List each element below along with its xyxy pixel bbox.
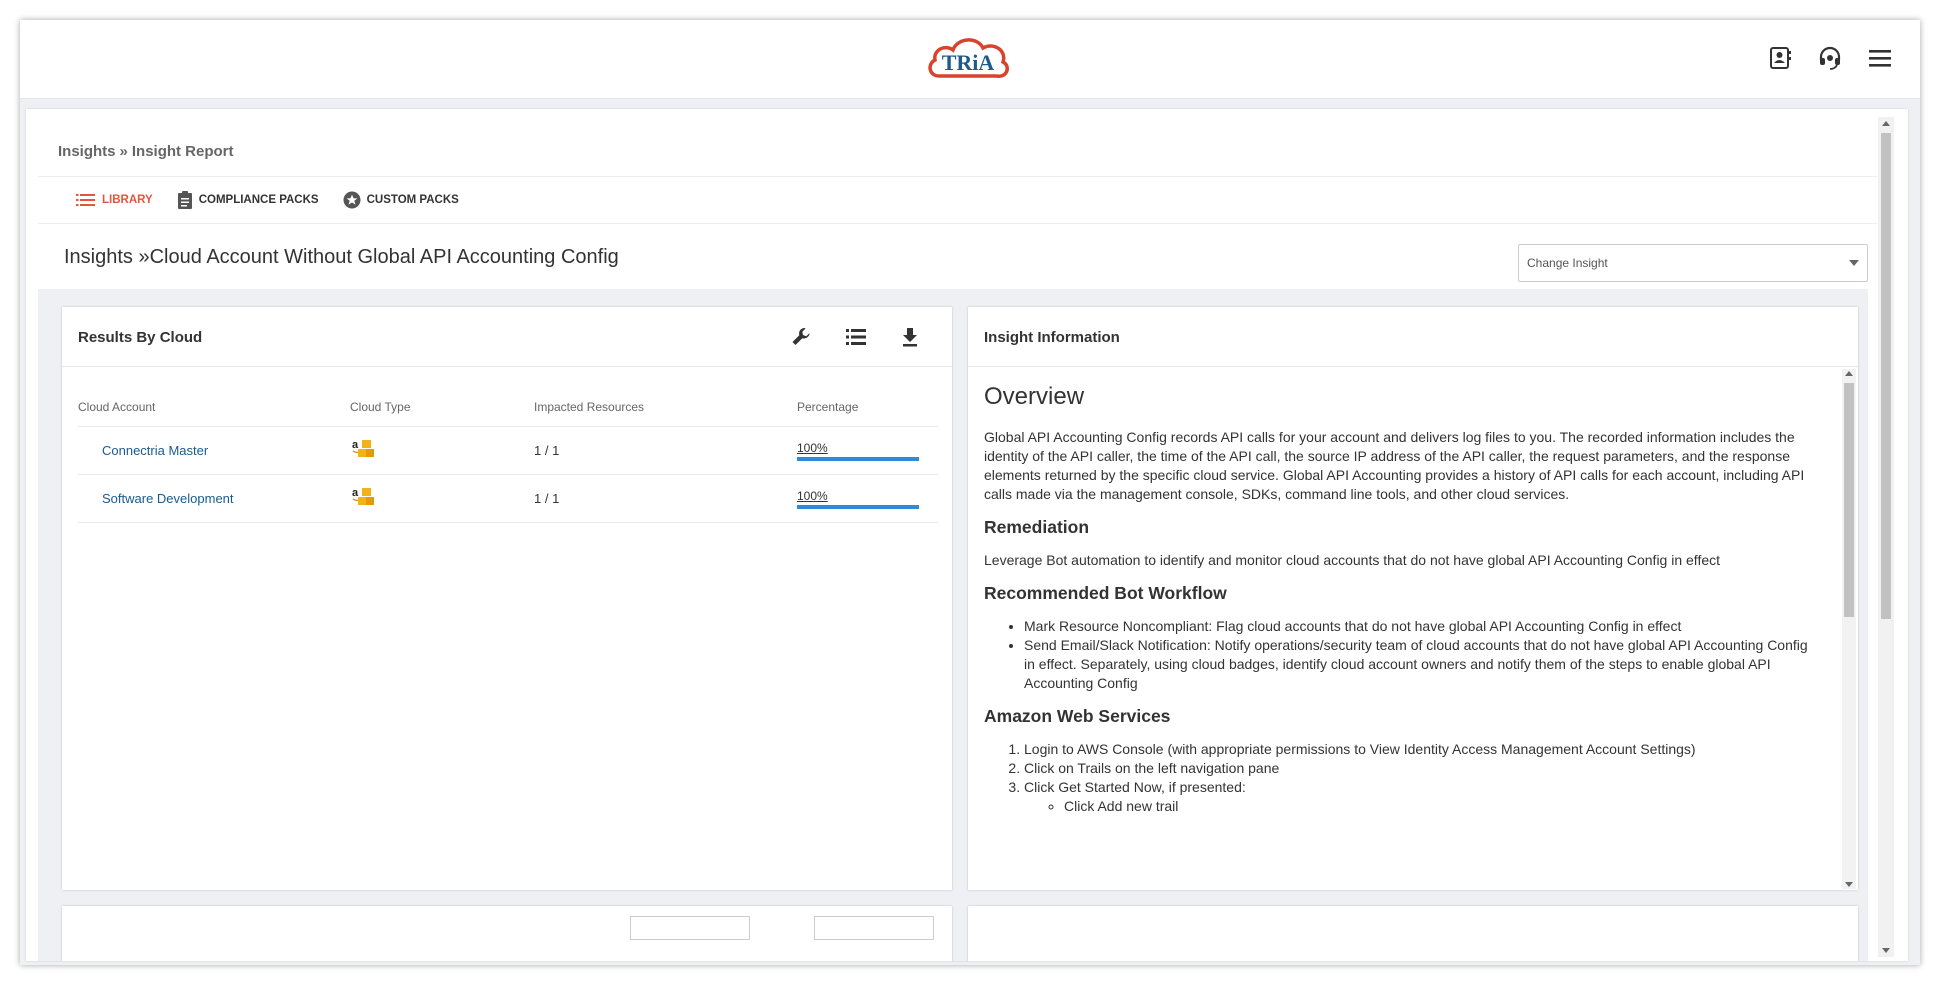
star-badge-icon (343, 191, 361, 209)
results-by-cloud-card: Results By Cloud Cloud Account Cloud Typ… (62, 307, 952, 890)
card-title: Insight Information (984, 329, 1120, 346)
page-title: Insights »Cloud Account Without Global A… (64, 246, 619, 268)
headset-icon[interactable] (1814, 42, 1846, 74)
percentage-label: 100% (797, 488, 828, 503)
tab-library-label: LIBRARY (102, 194, 153, 206)
column-header-impacted-resources[interactable]: Impacted Resources (534, 400, 797, 414)
tab-custom-packs-label: CUSTOM PACKS (366, 194, 459, 206)
breadcrumb: Insights» Insight Report (58, 143, 234, 160)
cloud-account-link[interactable]: Connectria Master (78, 443, 350, 458)
breadcrumb-separator: » (119, 143, 128, 160)
list-item: Send Email/Slack Notification: Notify op… (1024, 636, 1822, 693)
cloud-account-link[interactable]: Software Development (78, 491, 350, 506)
column-header-cloud-type[interactable]: Cloud Type (350, 400, 534, 414)
table-row: Software Development a 1 / 1 100% (78, 475, 938, 523)
tab-compliance-packs[interactable]: COMPLIANCE PACKS (177, 191, 319, 209)
overview-text: Global API Accounting Config records API… (984, 429, 1805, 502)
chevron-down-icon (1849, 260, 1859, 266)
download-icon[interactable] (898, 325, 922, 349)
impacted-resources: 1 / 1 (534, 443, 560, 458)
overview-heading: Overview (984, 383, 1085, 410)
impacted-resources: 1 / 1 (534, 491, 560, 506)
wrench-icon[interactable] (790, 325, 814, 349)
logo-text: TRiA (942, 50, 995, 75)
column-header-cloud-account[interactable]: Cloud Account (78, 400, 350, 414)
tab-custom-packs[interactable]: CUSTOM PACKS (343, 191, 459, 209)
scroll-up-icon[interactable] (1882, 121, 1890, 126)
insight-information-card: Insight Information Overview Global API … (968, 307, 1858, 890)
percentage-cell: 100% (797, 489, 938, 509)
clipboard-icon (177, 191, 192, 209)
progress-bar (797, 456, 919, 461)
column-header-percentage[interactable]: Percentage (797, 400, 938, 414)
main-page: Insights» Insight Report LIBRARY COMPLIAN… (26, 109, 1908, 961)
progress-bar-fill (797, 504, 919, 509)
app-window: TRiA Insights» Insight Report LIBRARY CO… (20, 20, 1920, 965)
list-item: Click on Trails on the left navigation p… (1024, 759, 1822, 778)
change-insight-placeholder: Change Insight (1527, 256, 1608, 270)
progress-bar (797, 504, 919, 509)
list-item: Click Get Started Now, if presented: Cli… (1024, 778, 1822, 816)
scrollbar-thumb[interactable] (1844, 383, 1854, 617)
card-title: Results By Cloud (78, 329, 203, 346)
insight-information-body[interactable]: Overview Global API Accounting Config re… (968, 367, 1838, 887)
workflow-list: Mark Resource Noncompliant: Flag cloud a… (1024, 617, 1822, 693)
select-box[interactable] (630, 916, 750, 940)
card-header: Results By Cloud (62, 307, 952, 367)
breadcrumb-current: Insight Report (131, 143, 234, 160)
remediation-text: Leverage Bot automation to identify and … (984, 552, 1721, 568)
change-insight-select[interactable]: Change Insight (1518, 244, 1868, 282)
divider (38, 223, 1878, 224)
percentage-cell: 100% (797, 441, 938, 461)
svg-text:a: a (352, 439, 359, 451)
results-table: Cloud Account Cloud Type Impacted Resour… (78, 387, 938, 523)
tab-compliance-packs-label: COMPLIANCE PACKS (198, 194, 319, 206)
list-item-text: Click Get Started Now, if presented: (1024, 779, 1246, 795)
contacts-icon[interactable] (1764, 42, 1796, 74)
breadcrumb-root[interactable]: Insights (58, 143, 116, 160)
scroll-up-icon[interactable] (1845, 371, 1853, 376)
select-box[interactable] (814, 916, 934, 940)
tria-logo[interactable]: TRiA (925, 32, 1011, 86)
remediation-heading: Remediation (984, 517, 1090, 537)
list-item: Mark Resource Noncompliant: Flag cloud a… (1024, 617, 1822, 636)
info-scrollbar[interactable] (1842, 369, 1856, 889)
workflow-heading: Recommended Bot Workflow (984, 583, 1227, 603)
aws-icon: a (350, 436, 534, 465)
scroll-down-icon[interactable] (1882, 948, 1890, 953)
divider (38, 176, 1878, 177)
tab-bar: LIBRARY COMPLIANCE PACKS CUSTOM PACKS (76, 191, 459, 209)
list-view-icon[interactable] (844, 325, 868, 349)
aws-substeps-list: Click Add new trail (1064, 797, 1822, 816)
scroll-down-icon[interactable] (1845, 882, 1853, 887)
hamburger-menu-icon[interactable] (1864, 42, 1896, 74)
secondary-card-peek (968, 906, 1858, 961)
aws-steps-list: Login to AWS Console (with appropriate p… (1024, 740, 1822, 816)
progress-bar-fill (797, 456, 919, 461)
scrollbar-thumb[interactable] (1881, 133, 1891, 619)
list-item: Click Add new trail (1064, 797, 1822, 816)
svg-text:a: a (352, 487, 359, 499)
list-item: Login to AWS Console (with appropriate p… (1024, 740, 1822, 759)
card-header: Insight Information (968, 307, 1858, 367)
aws-heading: Amazon Web Services (984, 706, 1171, 726)
summary-card-peek (62, 906, 952, 961)
tab-library[interactable]: LIBRARY (76, 191, 153, 209)
top-bar: TRiA (20, 20, 1920, 99)
list-icon (76, 194, 95, 206)
table-row: Connectria Master a 1 / 1 100% (78, 427, 938, 475)
percentage-label: 100% (797, 440, 828, 455)
table-header: Cloud Account Cloud Type Impacted Resour… (78, 387, 938, 427)
page-scrollbar[interactable] (1878, 117, 1894, 957)
aws-icon: a (350, 484, 534, 513)
logo-cloud-icon: TRiA (928, 38, 1009, 78)
